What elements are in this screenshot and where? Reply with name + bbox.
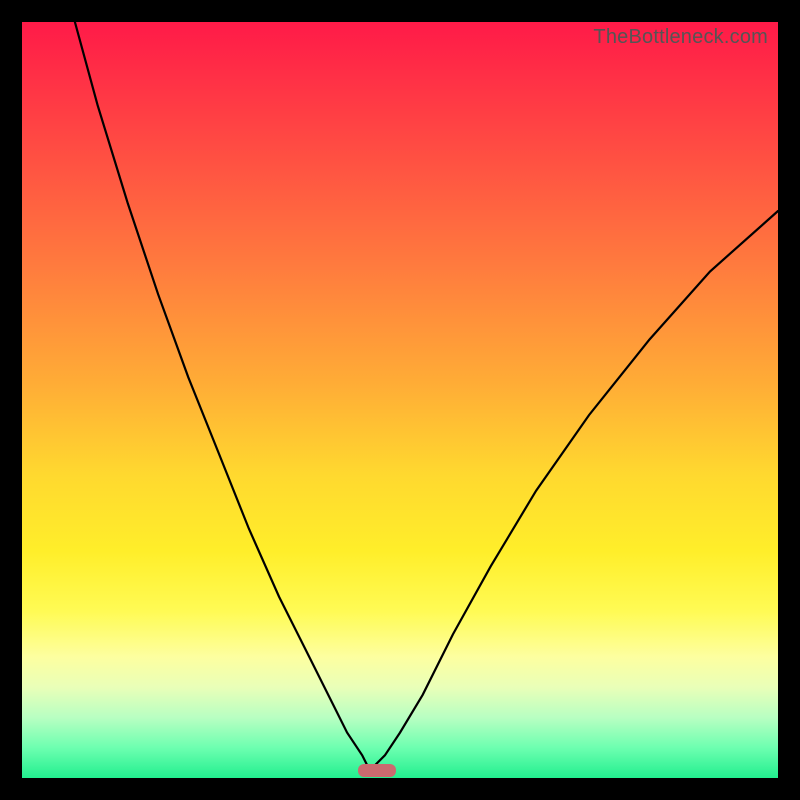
optimum-marker [358,764,396,778]
plot-area: TheBottleneck.com [22,22,778,778]
curve-right-branch [370,211,778,770]
curve-left-branch [75,22,370,770]
chart-frame: { "watermark": "TheBottleneck.com", "col… [0,0,800,800]
bottleneck-curve [22,22,778,778]
